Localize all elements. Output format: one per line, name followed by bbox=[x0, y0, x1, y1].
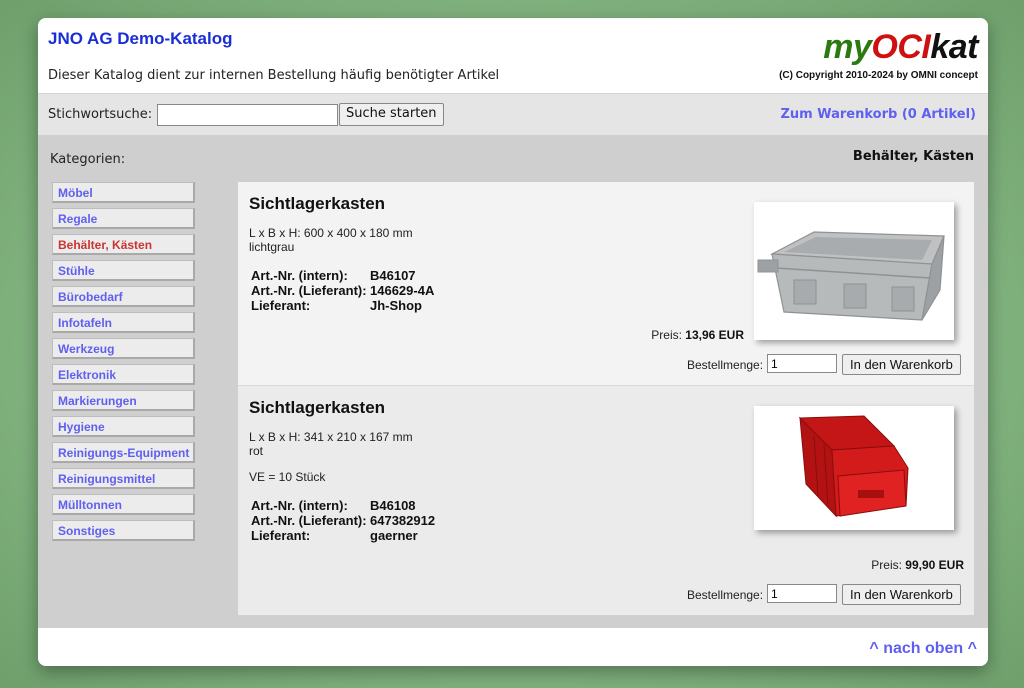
product-color: lichtgrau bbox=[249, 240, 295, 254]
product-color: rot bbox=[249, 444, 264, 458]
header: JNO AG Demo-Katalog Dieser Katalog dient… bbox=[38, 18, 988, 93]
myocikat-logo: myOCIkat bbox=[823, 28, 978, 66]
product-packaging-unit: VE = 10 Stück bbox=[249, 470, 326, 484]
search-bar: Stichwortsuche: Suche starten Zum Warenk… bbox=[38, 93, 988, 135]
red-storage-bin-icon bbox=[754, 406, 954, 530]
sidebar-item-muelltonnen[interactable]: Mülltonnen bbox=[52, 494, 195, 515]
art-intern-value: B46107 bbox=[370, 268, 416, 283]
sidebar-item-stuehle[interactable]: Stühle bbox=[52, 260, 195, 281]
categories-label: Kategorien: bbox=[50, 152, 126, 167]
product-dimensions: L x B x H: 600 x 400 x 180 mm bbox=[249, 226, 413, 240]
sidebar-item-behaelter-kaesten[interactable]: Behälter, Kästen bbox=[52, 234, 195, 255]
sidebar-item-werkzeug[interactable]: Werkzeug bbox=[52, 338, 195, 359]
product-card: Sichtlagerkasten L x B x H: 341 x 210 x … bbox=[238, 385, 974, 615]
sidebar-item-reinigungs-equipment[interactable]: Reinigungs-Equipment bbox=[52, 442, 195, 463]
quantity-label: Bestellmenge: bbox=[687, 588, 764, 602]
product-title: Sichtlagerkasten bbox=[249, 194, 386, 213]
sidebar-item-elektronik[interactable]: Elektronik bbox=[52, 364, 195, 385]
cart-link[interactable]: Zum Warenkorb (0 Artikel) bbox=[780, 107, 976, 122]
search-button[interactable]: Suche starten bbox=[339, 103, 444, 126]
art-intern-label: Art.-Nr. (intern): bbox=[251, 498, 348, 513]
supplier-value: Jh-Shop bbox=[370, 298, 422, 313]
art-supplier-label: Art.-Nr. (Lieferant): bbox=[251, 513, 367, 528]
catalog-subtitle: Dieser Katalog dient zur internen Bestel… bbox=[48, 68, 500, 83]
supplier-value: gaerner bbox=[370, 528, 418, 543]
product-details: Art.-Nr. (intern): B46108 Art.-Nr. (Liefe… bbox=[251, 498, 435, 543]
art-supplier-label: Art.-Nr. (Lieferant): bbox=[251, 283, 367, 298]
main-content: Kategorien: Behälter, Kästen Möbel Regal… bbox=[38, 135, 988, 628]
product-price: Preis: 99,90 EUR bbox=[871, 558, 964, 572]
product-list: Sichtlagerkasten L x B x H: 600 x 400 x … bbox=[238, 182, 974, 615]
add-to-cart-button[interactable]: In den Warenkorb bbox=[842, 584, 961, 605]
sidebar-item-markierungen[interactable]: Markierungen bbox=[52, 390, 195, 411]
sidebar-item-moebel[interactable]: Möbel bbox=[52, 182, 195, 203]
catalog-window: JNO AG Demo-Katalog Dieser Katalog dient… bbox=[38, 18, 988, 666]
supplier-label: Lieferant: bbox=[251, 528, 311, 543]
catalog-title: JNO AG Demo-Katalog bbox=[48, 29, 233, 48]
category-sidebar: Möbel Regale Behälter, Kästen Stühle Bür… bbox=[52, 182, 199, 546]
footer: ^ nach oben ^ bbox=[38, 628, 988, 666]
art-supplier-value: 647382912 bbox=[370, 513, 436, 528]
search-input[interactable] bbox=[157, 104, 338, 126]
product-dimensions: L x B x H: 341 x 210 x 167 mm bbox=[249, 430, 413, 444]
product-card: Sichtlagerkasten L x B x H: 600 x 400 x … bbox=[238, 182, 974, 385]
gray-storage-box-icon bbox=[754, 202, 954, 340]
current-category-heading: Behälter, Kästen bbox=[852, 149, 974, 164]
sidebar-item-hygiene[interactable]: Hygiene bbox=[52, 416, 195, 437]
quantity-input[interactable] bbox=[767, 354, 837, 373]
add-to-cart-button[interactable]: In den Warenkorb bbox=[842, 354, 961, 375]
art-supplier-value: 146629-4A bbox=[370, 283, 435, 298]
sidebar-item-sonstiges[interactable]: Sonstiges bbox=[52, 520, 195, 541]
product-price: Preis: 13,96 EUR bbox=[651, 328, 744, 342]
quantity-label: Bestellmenge: bbox=[687, 358, 764, 372]
art-intern-label: Art.-Nr. (intern): bbox=[251, 268, 348, 283]
product-title: Sichtlagerkasten bbox=[249, 398, 386, 417]
supplier-label: Lieferant: bbox=[251, 298, 311, 313]
art-intern-value: B46108 bbox=[370, 498, 416, 513]
search-label: Stichwortsuche: bbox=[48, 107, 153, 122]
sidebar-item-regale[interactable]: Regale bbox=[52, 208, 195, 229]
sidebar-item-buerobedarf[interactable]: Bürobedarf bbox=[52, 286, 195, 307]
sidebar-item-reinigungsmittel[interactable]: Reinigungsmittel bbox=[52, 468, 195, 489]
copyright: (C) Copyright 2010-2024 by OMNI concept bbox=[779, 70, 978, 81]
quantity-input[interactable] bbox=[767, 584, 837, 603]
sidebar-item-infotafeln[interactable]: Infotafeln bbox=[52, 312, 195, 333]
back-to-top-link[interactable]: ^ nach oben ^ bbox=[869, 640, 977, 658]
product-details: Art.-Nr. (intern): B46107 Art.-Nr. (Liefe… bbox=[251, 268, 434, 313]
